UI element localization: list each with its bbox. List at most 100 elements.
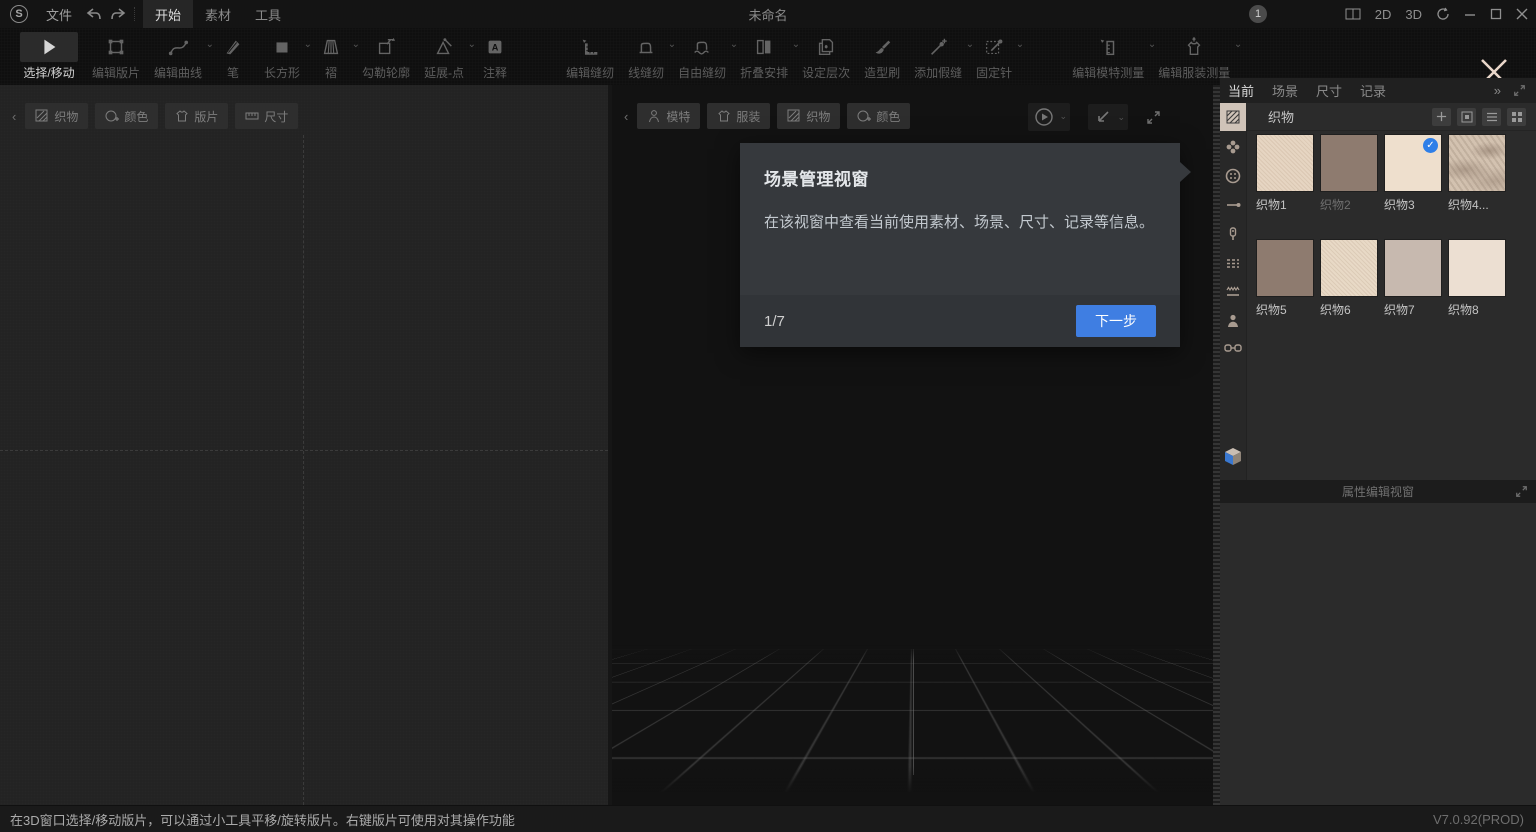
topstitch-icon[interactable] [1225, 255, 1241, 271]
2d-tab-pattern[interactable]: 版片 [165, 103, 228, 129]
fabric-thumbnail[interactable] [1256, 239, 1314, 297]
2d-tab-color[interactable]: 颜色 [95, 103, 158, 129]
tool-edit-curve[interactable]: 编辑曲线 ⌄ [148, 28, 208, 81]
simulate-button[interactable]: ⌄ [1028, 103, 1070, 131]
fabric-swatch[interactable]: 织物7 [1384, 239, 1442, 318]
next-step-button[interactable]: 下一步 [1076, 305, 1156, 337]
fabric-swatch[interactable]: 织物8 [1448, 239, 1506, 318]
fabric-thumbnail[interactable] [1448, 239, 1506, 297]
tab-record[interactable]: 记录 [1360, 81, 1386, 100]
tool-label: 编辑缝纫 [566, 64, 614, 81]
chevron-left-icon[interactable]: ‹ [624, 109, 628, 124]
fabric-thumbnail[interactable] [1320, 134, 1378, 192]
chevron-down-icon[interactable]: ⌄ [1234, 40, 1242, 50]
chevron-left-icon[interactable]: ‹ [12, 109, 16, 124]
undo-icon[interactable] [86, 7, 102, 21]
redo-icon[interactable] [110, 7, 126, 21]
3d-tab-fabric[interactable]: 织物 [777, 103, 840, 129]
tool-trace-outline[interactable]: 勾勒轮廓 [356, 28, 416, 81]
selected-check-icon: ✓ [1423, 138, 1438, 153]
tool-pleat[interactable]: 褶 ⌄ [308, 28, 354, 81]
3d-tab-color[interactable]: 颜色 [847, 103, 910, 129]
2d-tab-size[interactable]: 尺寸 [235, 103, 298, 129]
fabric-swatch[interactable]: 织物4... [1448, 134, 1506, 213]
tool-line-sewing[interactable]: 线缝纫 ⌄ [622, 28, 670, 81]
grid-view-icon[interactable] [1507, 108, 1526, 126]
3d-tab-avatar[interactable]: 模特 [637, 103, 700, 129]
tool-edit-pattern[interactable]: 编辑版片 [86, 28, 146, 81]
gizmo-mode-button[interactable]: ⌄ [1088, 104, 1128, 130]
list-view-icon[interactable] [1482, 108, 1501, 126]
copy-fabric-icon[interactable] [1457, 108, 1476, 126]
property-editor-header[interactable]: 属性编辑视窗 [1220, 480, 1536, 503]
extend-point-icon [427, 32, 461, 62]
pattern-2d-viewport[interactable]: ‹ 织物 颜色 版片 [0, 85, 608, 805]
tool-extend-point[interactable]: 延展-点 ⌄ [418, 28, 470, 81]
avatar-icon[interactable] [1225, 313, 1241, 329]
tab-label: 服装 [736, 108, 760, 125]
pin-icon[interactable] [1225, 197, 1241, 213]
tool-edit-garment-measure[interactable]: 编辑服装测量 ⌄ [1152, 28, 1236, 81]
zipper-icon[interactable] [1225, 226, 1241, 242]
expand-icon[interactable] [1146, 110, 1161, 125]
fabric-category-selected[interactable] [1220, 103, 1246, 131]
fabric-thumbnail[interactable] [1448, 134, 1506, 192]
tool-styling-brush[interactable]: 造型刷 [858, 28, 906, 81]
fabric-thumbnail[interactable]: ✓ [1384, 134, 1442, 192]
tool-select-move[interactable]: 选择/移动 [14, 28, 84, 81]
3d-tab-garment[interactable]: 服装 [707, 103, 770, 129]
add-fabric-icon[interactable] [1432, 108, 1451, 126]
dialog-body-text: 在该视窗中查看当前使用素材、场景、尺寸、记录等信息。 [740, 190, 1180, 238]
tool-fixed-pin[interactable]: 固定针 ⌄ [970, 28, 1018, 81]
menu-tab-material[interactable]: 素材 [193, 0, 243, 28]
buckle-icon[interactable] [1224, 342, 1242, 354]
sync-icon[interactable] [1436, 7, 1450, 21]
minimize-button[interactable] [1464, 8, 1476, 20]
trim-icon[interactable] [1225, 139, 1241, 155]
shirring-icon[interactable] [1225, 284, 1241, 300]
edit-avatar-measure-icon [1091, 32, 1125, 62]
menu-tab-start[interactable]: 开始 [143, 0, 193, 28]
expand-icon[interactable] [1515, 485, 1528, 498]
tab-scene[interactable]: 场景 [1272, 81, 1298, 100]
tutorial-dialog: 场景管理视窗 在该视窗中查看当前使用素材、场景、尺寸、记录等信息。 1/7 下一… [740, 143, 1180, 347]
button-icon[interactable] [1225, 168, 1241, 184]
tool-fold-arrange[interactable]: 折叠安排 ⌄ [734, 28, 794, 81]
chevron-down-icon[interactable]: ⌄ [1117, 112, 1125, 123]
fabric-thumbnail[interactable] [1320, 239, 1378, 297]
fabric-swatch[interactable]: 织物6 [1320, 239, 1378, 318]
chevron-down-icon[interactable]: ⌄ [1016, 40, 1024, 50]
maximize-button[interactable] [1490, 8, 1502, 20]
fabric-thumbnail[interactable] [1384, 239, 1442, 297]
tool-set-layer[interactable]: 设定层次 [796, 28, 856, 81]
fabric-swatch[interactable]: 织物1 [1256, 134, 1314, 213]
split-view-icon[interactable] [1345, 8, 1361, 20]
tool-add-basting[interactable]: 添加假缝 ⌄ [908, 28, 968, 81]
tab-size[interactable]: 尺寸 [1316, 81, 1342, 100]
chevron-down-icon[interactable]: ⌄ [1059, 111, 1067, 122]
notification-badge[interactable]: 1 [1249, 5, 1267, 23]
expand-icon[interactable] [1513, 84, 1526, 97]
view-2d-button[interactable]: 2D [1375, 7, 1392, 22]
scene-3d-cube-icon[interactable] [1224, 447, 1242, 466]
fabric-swatch[interactable]: 织物5 [1256, 239, 1314, 318]
collapse-panel-icon[interactable]: » [1494, 83, 1501, 98]
tab-current[interactable]: 当前 [1228, 81, 1254, 100]
section-title: 织物 [1268, 107, 1294, 126]
fold-arrange-icon [747, 32, 781, 62]
tool-rectangle[interactable]: 长方形 ⌄ [258, 28, 306, 81]
fabric-swatch[interactable]: 织物2 [1320, 134, 1378, 213]
menu-tab-tools[interactable]: 工具 [243, 0, 293, 28]
fabric-thumbnail[interactable] [1256, 134, 1314, 192]
2d-tab-fabric[interactable]: 织物 [25, 103, 88, 129]
view-3d-button[interactable]: 3D [1405, 7, 1422, 22]
tool-annotation[interactable]: A 注释 [472, 28, 518, 81]
tool-pen[interactable]: 笔 [210, 28, 256, 81]
close-button[interactable] [1516, 8, 1528, 20]
tool-free-sewing[interactable]: 自由缝纫 ⌄ [672, 28, 732, 81]
right-panel-resize-handle[interactable] [1213, 85, 1220, 805]
tool-edit-avatar-measure[interactable]: 编辑模特测量 ⌄ [1066, 28, 1150, 81]
fabric-swatch[interactable]: ✓ 织物3 [1384, 134, 1442, 213]
tool-edit-sewing[interactable]: 编辑缝纫 [560, 28, 620, 81]
menu-file[interactable]: 文件 [40, 1, 78, 28]
